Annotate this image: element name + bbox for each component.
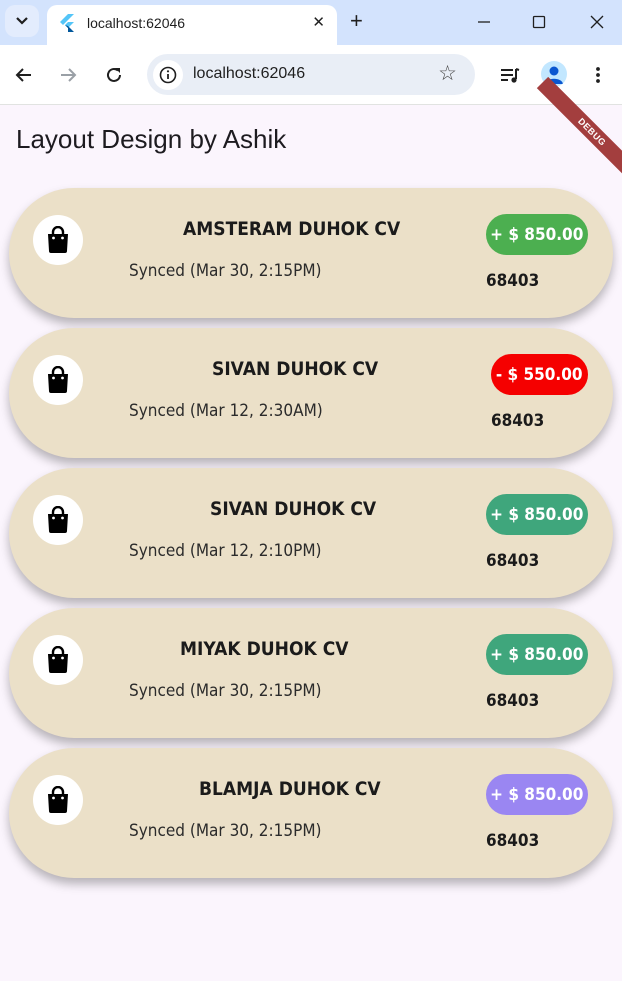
sync-status: Synced (Mar 12, 2:30AM): [129, 401, 323, 421]
transaction-card[interactable]: SIVAN DUHOK CV Synced (Mar 12, 2:10PM) + $…: [9, 468, 613, 598]
amount-text: + $ 850.00: [490, 644, 584, 665]
close-window-icon[interactable]: [584, 10, 610, 34]
shopping-bag-icon: [33, 775, 83, 825]
more-menu-icon[interactable]: [584, 61, 612, 89]
amount-text: + $ 850.00: [490, 504, 584, 525]
card-code: 68403: [486, 551, 540, 571]
card-title: SIVAN DUHOK CV: [210, 498, 377, 520]
shopping-bag-icon: [33, 495, 83, 545]
reload-icon[interactable]: [100, 61, 128, 89]
card-code: 68403: [491, 411, 545, 431]
card-title: SIVAN DUHOK CV: [212, 358, 379, 380]
site-info-icon[interactable]: [153, 60, 183, 90]
amount-badge: - $ 550.00: [491, 354, 588, 395]
shopping-bag-icon: [33, 215, 83, 265]
sync-status: Synced (Mar 30, 2:15PM): [129, 261, 322, 281]
back-icon[interactable]: [10, 61, 38, 89]
transaction-card[interactable]: SIVAN DUHOK CV Synced (Mar 12, 2:30AM) - $…: [9, 328, 613, 458]
card-code: 68403: [486, 691, 540, 711]
card-title: BLAMJA DUHOK CV: [199, 778, 381, 800]
tab-list-icon[interactable]: [5, 5, 39, 37]
amount-text: + $ 850.00: [490, 784, 584, 805]
browser-tab-bar: localhost:62046 ✕ +: [0, 0, 622, 45]
flutter-favicon-icon: [60, 14, 74, 32]
amount-text: - $ 550.00: [496, 364, 583, 385]
card-code: 68403: [486, 831, 540, 851]
close-icon[interactable]: ✕: [312, 13, 325, 31]
card-title: MIYAK DUHOK CV: [180, 638, 349, 660]
browser-tab[interactable]: localhost:62046 ✕: [47, 5, 337, 45]
amount-badge: + $ 850.00: [486, 634, 588, 675]
page-title: Layout Design by Ashik: [16, 124, 287, 154]
shopping-bag-icon: [33, 635, 83, 685]
transaction-card[interactable]: BLAMJA DUHOK CV Synced (Mar 30, 2:15PM) + …: [9, 748, 613, 878]
sync-status: Synced (Mar 30, 2:15PM): [129, 821, 322, 841]
shopping-bag-icon: [33, 355, 83, 405]
transaction-card[interactable]: AMSTERAM DUHOK CV Synced (Mar 30, 2:15PM)…: [9, 188, 613, 318]
browser-toolbar: localhost:62046 ☆: [0, 45, 622, 105]
amount-badge: + $ 850.00: [486, 494, 588, 535]
amount-badge: + $ 850.00: [486, 214, 588, 255]
transaction-card[interactable]: MIYAK DUHOK CV Synced (Mar 30, 2:15PM) + $…: [9, 608, 613, 738]
card-code: 68403: [486, 271, 540, 291]
amount-badge: + $ 850.00: [486, 774, 588, 815]
amount-text: + $ 850.00: [490, 224, 584, 245]
tab-title: localhost:62046: [87, 15, 186, 31]
sync-status: Synced (Mar 12, 2:10PM): [129, 541, 322, 561]
card-title: AMSTERAM DUHOK CV: [183, 218, 401, 240]
url-text[interactable]: localhost:62046: [193, 65, 305, 83]
media-controls-icon[interactable]: [496, 61, 524, 89]
bookmark-star-icon[interactable]: ☆: [438, 63, 457, 85]
address-bar[interactable]: localhost:62046 ☆: [147, 54, 475, 95]
minimize-icon[interactable]: [471, 10, 497, 34]
new-tab-icon[interactable]: +: [350, 9, 363, 33]
sync-status: Synced (Mar 30, 2:15PM): [129, 681, 322, 701]
maximize-icon[interactable]: [526, 10, 552, 34]
forward-icon[interactable]: [54, 61, 82, 89]
